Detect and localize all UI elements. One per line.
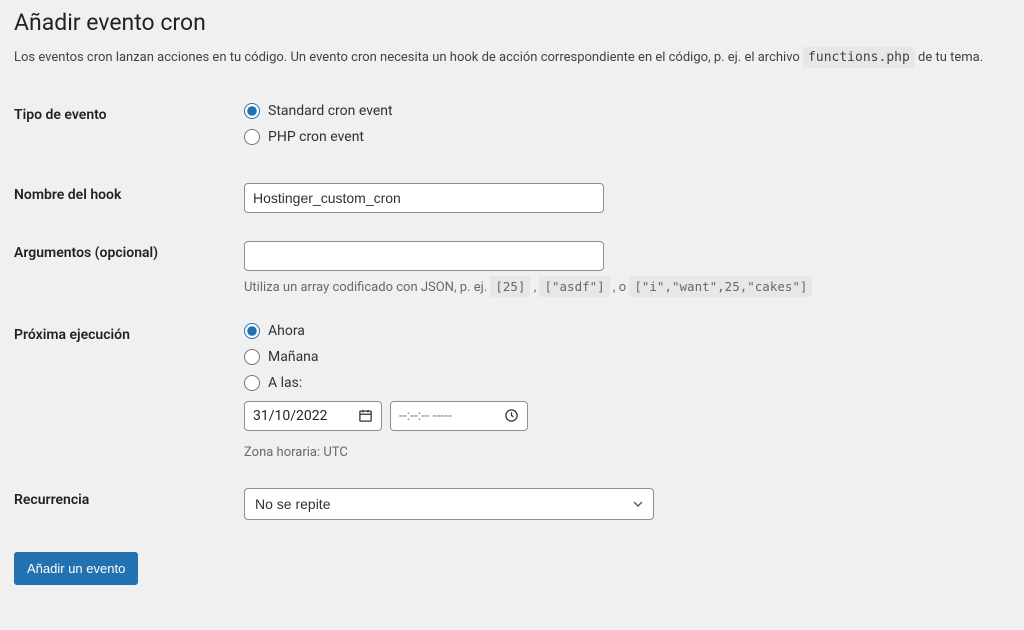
- arguments-help: Utiliza un array codificado con JSON, p.…: [244, 279, 1010, 295]
- intro-text: Los eventos cron lanzan acciones en tu c…: [14, 50, 1010, 65]
- clock-icon: [504, 408, 519, 423]
- args-help-sep-2: , o: [610, 280, 630, 295]
- arguments-input[interactable]: [244, 241, 604, 271]
- intro-code: functions.php: [803, 47, 915, 68]
- next-run-label: Próxima ejecución: [14, 323, 244, 343]
- next-run-at-radio[interactable]: [244, 375, 260, 391]
- next-run-now-radio[interactable]: [244, 323, 260, 339]
- next-run-now-label[interactable]: Ahora: [268, 323, 305, 339]
- intro-post: de tu tema.: [915, 50, 983, 65]
- timezone-note: Zona horaria: UTC: [244, 445, 1010, 460]
- next-run-time-placeholder: --:--:-- -----: [399, 408, 452, 424]
- next-run-date-value: 31/10/2022: [253, 408, 328, 424]
- next-run-tomorrow-label[interactable]: Mañana: [268, 349, 319, 365]
- recurrence-select[interactable]: No se repite: [244, 488, 654, 520]
- args-help-pre: Utiliza un array codificado con JSON, p.…: [244, 280, 490, 295]
- add-event-button[interactable]: Añadir un evento: [14, 552, 138, 586]
- event-type-standard-label[interactable]: Standard cron event: [268, 103, 393, 119]
- hook-name-label: Nombre del hook: [14, 183, 244, 203]
- recurrence-label: Recurrencia: [14, 488, 244, 508]
- event-type-standard-radio[interactable]: [244, 103, 260, 119]
- args-help-code-2: ["asdf"]: [539, 276, 609, 297]
- next-run-tomorrow-radio[interactable]: [244, 349, 260, 365]
- next-run-time-input[interactable]: --:--:-- -----: [390, 401, 528, 431]
- args-help-code-1: [25]: [490, 276, 530, 297]
- calendar-icon: [358, 408, 373, 423]
- next-run-at-label[interactable]: A las:: [268, 375, 302, 391]
- page-title: Añadir evento cron: [14, 8, 1010, 38]
- intro-pre: Los eventos cron lanzan acciones en tu c…: [14, 50, 803, 65]
- arguments-label: Argumentos (opcional): [14, 241, 244, 261]
- event-type-php-radio[interactable]: [244, 129, 260, 145]
- event-type-label: Tipo de evento: [14, 103, 244, 123]
- hook-name-input[interactable]: [244, 183, 604, 213]
- next-run-date-input[interactable]: 31/10/2022: [244, 401, 382, 431]
- event-type-php-label[interactable]: PHP cron event: [268, 129, 364, 145]
- args-help-code-3: ["i","want",25,"cakes"]: [629, 276, 812, 297]
